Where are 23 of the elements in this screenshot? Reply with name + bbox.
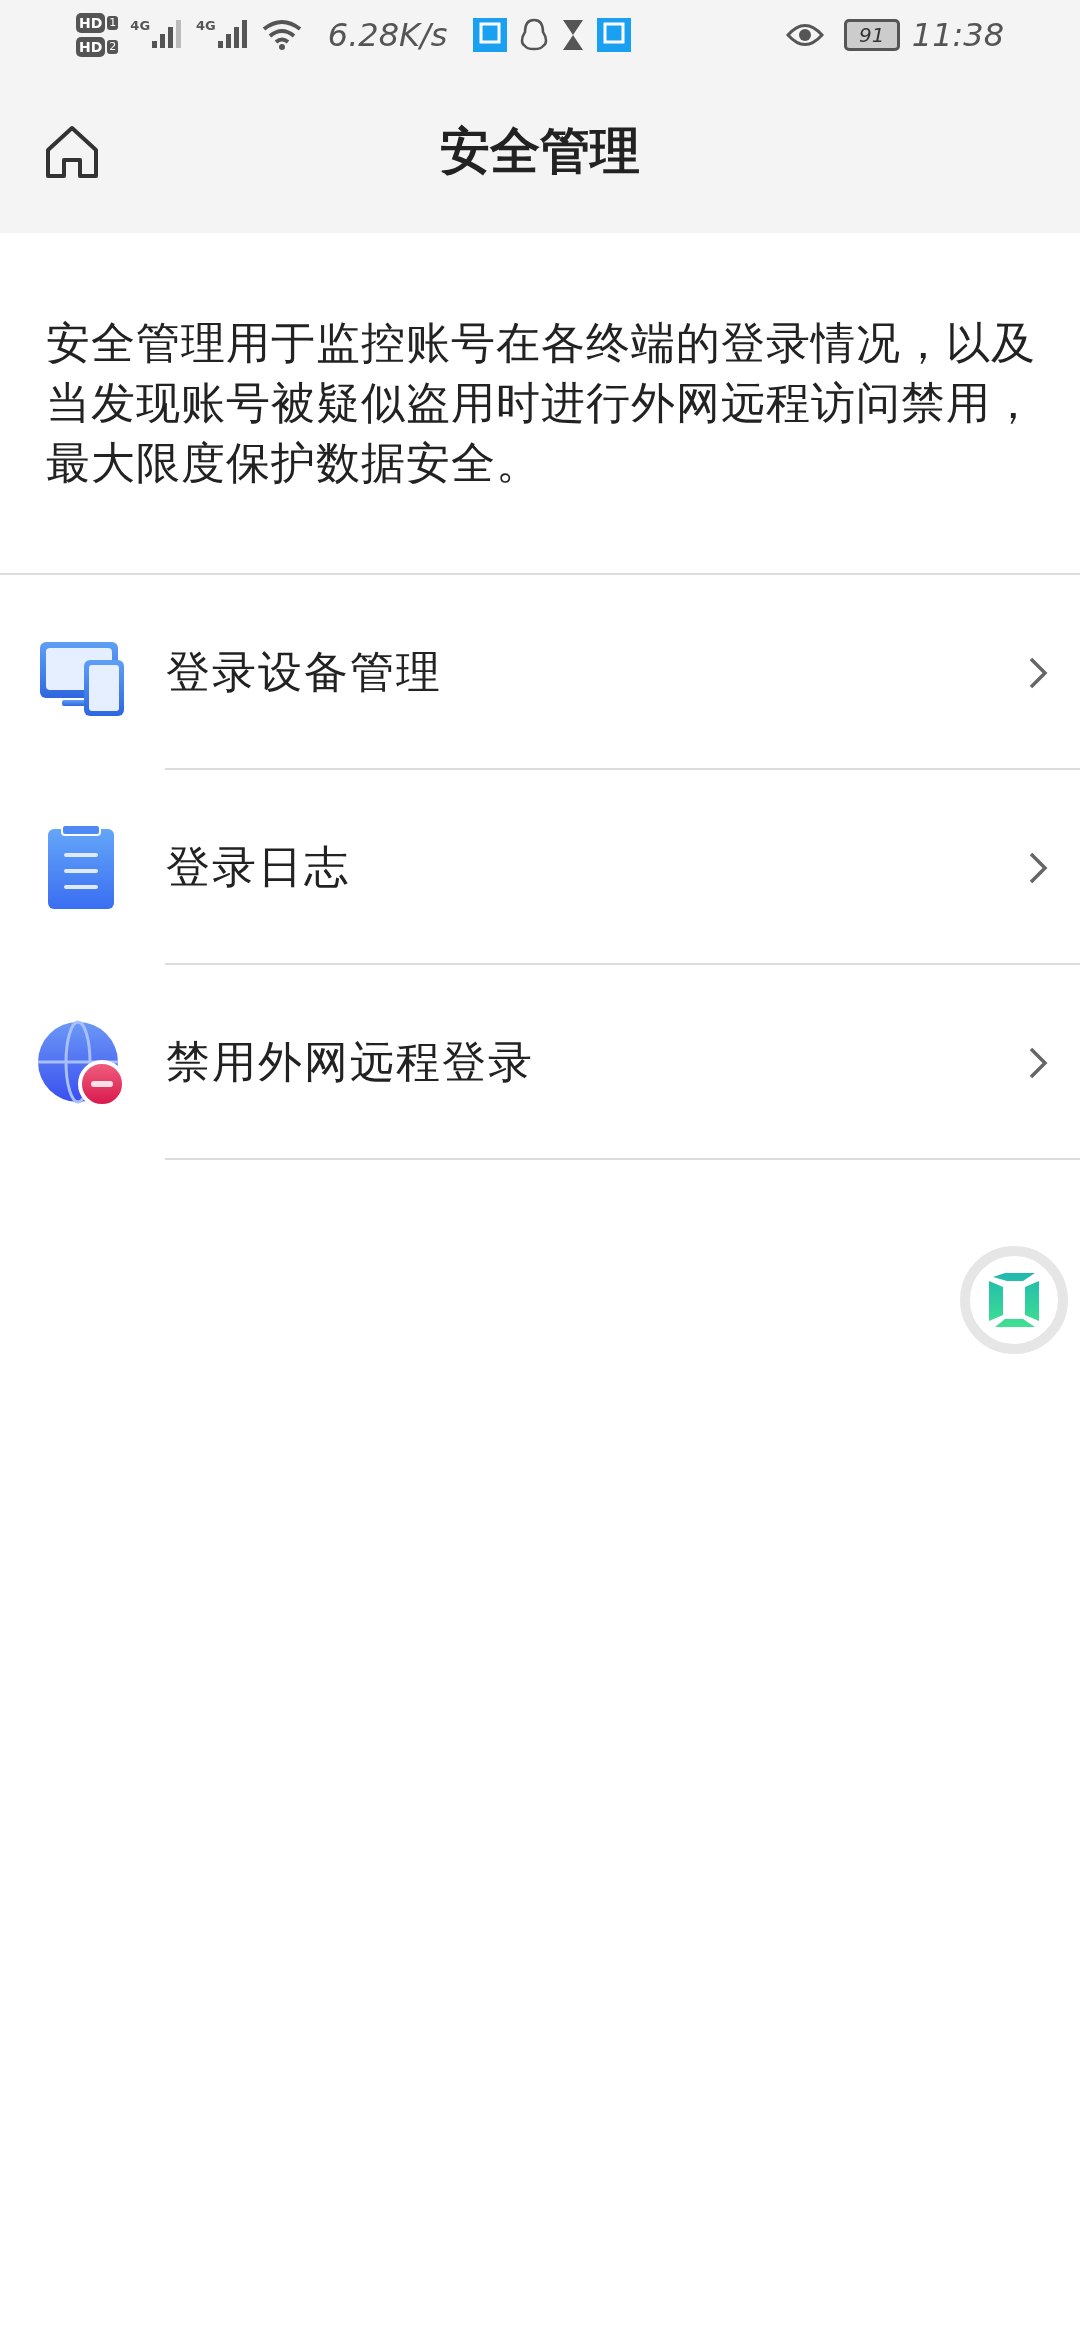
eye-icon — [785, 22, 824, 48]
wifi-icon — [261, 19, 302, 51]
network-type: 4G — [130, 18, 151, 33]
chevron-icon — [1028, 850, 1048, 885]
sim-label: HD — [76, 13, 106, 33]
sim-label: HD — [76, 37, 106, 57]
network-speed: 6.28K/s — [327, 16, 448, 54]
hourglass-icon — [561, 18, 586, 52]
sim-slot: 1 — [107, 16, 119, 30]
app-icon — [473, 18, 508, 52]
app-icon — [597, 18, 632, 52]
menu-item[interactable]: 登录设备管理 — [0, 575, 1080, 770]
chevron-icon — [1028, 655, 1048, 690]
description-text: 安全管理用于监控账号在各终端的登录情况，以及当发现账号被疑似盗用时进行外网远程访问禁用，最大限度保护数据安全。 — [0, 233, 1080, 575]
globe-blocked-icon — [38, 1019, 124, 1106]
battery-level: 91 — [859, 23, 885, 47]
network-type: 4G — [196, 18, 216, 33]
clock: 11:38 — [911, 16, 1004, 54]
menu-item[interactable]: 禁用外网远程登录 — [0, 965, 1080, 1160]
sim-slot: 2 — [107, 40, 119, 54]
chevron-icon — [1028, 1045, 1048, 1080]
menu-item[interactable]: 登录日志 — [0, 770, 1080, 965]
page-title: 安全管理 — [440, 121, 640, 182]
